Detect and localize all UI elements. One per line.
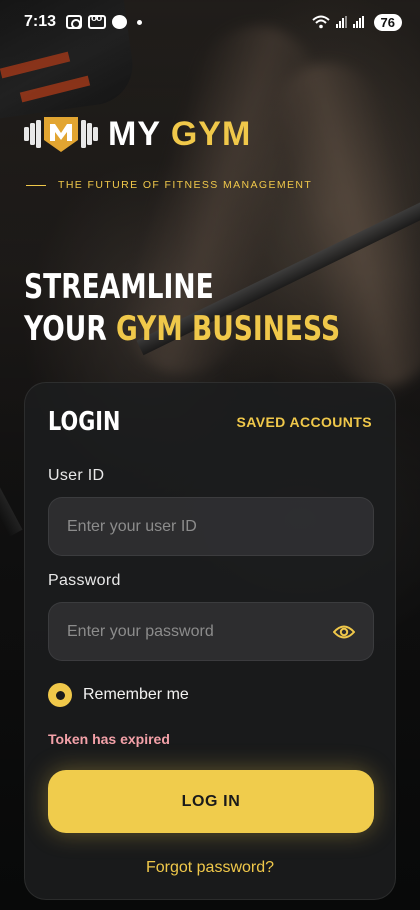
saved-accounts-link[interactable]: SAVED ACCOUNTS [237, 414, 373, 430]
brand-name-part1: MY [108, 115, 161, 153]
signal-icon [335, 16, 347, 28]
password-input[interactable] [67, 622, 325, 641]
headline-line-2: YOUR GYM BUSINESS [24, 308, 340, 350]
login-title: LOGIN [48, 407, 121, 437]
brand-name: MY GYM [108, 117, 251, 151]
tagline-divider [26, 184, 46, 186]
brand-logo: MY GYM [24, 114, 251, 154]
error-message: Token has expired [48, 731, 170, 747]
password-field-wrapper [48, 602, 374, 661]
signal-icon-2 [352, 16, 364, 28]
tagline-text: THE FUTURE OF FITNESS MANAGEMENT [58, 179, 313, 191]
brand-name-part2: GYM [170, 115, 252, 153]
login-button[interactable]: LOG IN [48, 770, 374, 833]
status-time: 7:13 [24, 13, 57, 30]
wifi-icon [311, 15, 330, 29]
status-bar: 7:13 76 [0, 0, 420, 44]
headline-line-2-prefix: YOUR [24, 309, 116, 349]
notification-dot-icon [137, 19, 143, 25]
user-id-input[interactable] [67, 517, 355, 536]
forgot-password-link[interactable]: Forgot password? [48, 859, 372, 877]
user-id-label: User ID [48, 467, 105, 484]
remember-me-row[interactable]: Remember me [48, 683, 372, 707]
headline-line-1: STREAMLINE [24, 267, 214, 307]
eye-icon[interactable] [333, 624, 355, 640]
remember-me-label: Remember me [83, 686, 189, 703]
headline-line-2-accent: GYM BUSINESS [115, 309, 341, 349]
password-label: Password [48, 572, 121, 589]
voicemail-icon [88, 13, 107, 29]
remember-me-radio[interactable] [48, 683, 72, 707]
brand-tagline: THE FUTURE OF FITNESS MANAGEMENT [26, 179, 312, 191]
message-icon [112, 15, 128, 29]
login-card: LOGIN SAVED ACCOUNTS User ID Password Re… [24, 382, 396, 900]
hero-headline: STREAMLINE YOUR GYM BUSINESS [24, 266, 340, 350]
dumbbell-shield-logo-icon [24, 117, 98, 152]
login-card-header: LOGIN SAVED ACCOUNTS [48, 407, 372, 437]
user-id-field-wrapper [48, 497, 374, 556]
screen-record-icon [66, 15, 83, 29]
battery-indicator: 76 [373, 13, 402, 31]
